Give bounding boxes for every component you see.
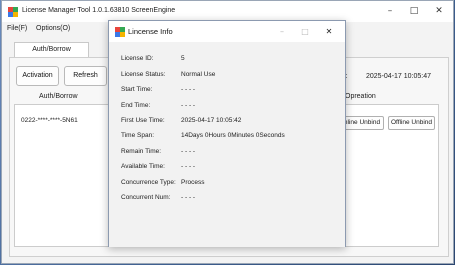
online-unbind-button[interactable]: nline Unbind xyxy=(340,116,384,130)
field-value-first-use-time: 2025-04-17 10:05:42 xyxy=(181,117,242,124)
dialog-body: License ID: 5 License Status: Normal Use… xyxy=(109,42,345,247)
field-label-first-use-time: First Use Time: xyxy=(121,117,165,124)
field-value-license-status: Normal Use xyxy=(181,71,216,78)
field-value-license-id: 5 xyxy=(181,55,185,62)
current-time-value: 2025-04-17 10:05:47 xyxy=(366,73,431,80)
field-label-time-span: Time Span: xyxy=(121,132,154,139)
field-value-concurrence-type: Process xyxy=(181,179,205,186)
minimize-icon[interactable]: – xyxy=(381,4,399,18)
offline-unbind-button[interactable]: Offline Unbind xyxy=(388,116,435,130)
field-value-time-span: 14Days 0Hours 0Minutes 0Seconds xyxy=(181,132,285,139)
field-label-concurrence-type: Concurrence Type: xyxy=(121,179,176,186)
tab-auth-borrow[interactable]: Auth/Borrow xyxy=(14,42,89,57)
field-label-remain-time: Remain Time: xyxy=(121,148,162,155)
app-logo-icon xyxy=(8,7,18,17)
column-header-auth-borrow: Auth/Borrow xyxy=(39,93,78,100)
column-header-operation: Opreation xyxy=(345,93,376,100)
field-value-remain-time: - - - - xyxy=(181,148,196,155)
field-value-start-time: - - - - xyxy=(181,86,196,93)
maximize-icon: □ xyxy=(301,27,309,36)
field-label-available-time: Available Time: xyxy=(121,163,165,170)
maximize-icon[interactable]: □ xyxy=(405,4,423,18)
field-value-end-time: - - - - xyxy=(181,102,196,109)
activation-button[interactable]: Activation xyxy=(16,66,59,86)
minimize-icon: – xyxy=(280,27,284,36)
menu-options[interactable]: Options(O) xyxy=(36,25,70,32)
refresh-button[interactable]: Refresh xyxy=(64,66,107,86)
license-info-dialog: Lincense Info – □ ✕ License ID: 5 Licens… xyxy=(108,20,346,247)
menu-file[interactable]: File(F) xyxy=(7,25,27,32)
field-label-license-id: License ID: xyxy=(121,55,154,62)
title-bar: License Manager Tool 1.0.1.63810 ScreenE… xyxy=(2,1,453,22)
field-label-end-time: End Time: xyxy=(121,102,151,109)
close-icon[interactable]: ✕ xyxy=(322,25,336,38)
dialog-title-bar: Lincense Info – □ ✕ xyxy=(109,21,345,42)
close-icon[interactable]: ✕ xyxy=(430,4,448,18)
license-code: 0222-****-****-5N61 xyxy=(21,117,78,124)
desktop: License Manager Tool 1.0.1.63810 ScreenE… xyxy=(0,0,455,265)
field-value-available-time: - - - - xyxy=(181,163,196,170)
field-label-concurrent-num: Concurrent Num: xyxy=(121,194,171,201)
field-label-start-time: Start Time: xyxy=(121,86,153,93)
dialog-title: Lincense Info xyxy=(128,27,173,36)
app-logo-icon xyxy=(115,27,125,37)
field-value-concurrent-num: - - - - xyxy=(181,194,196,201)
field-label-license-status: License Status: xyxy=(121,71,166,78)
app-title: License Manager Tool 1.0.1.63810 ScreenE… xyxy=(22,7,176,14)
